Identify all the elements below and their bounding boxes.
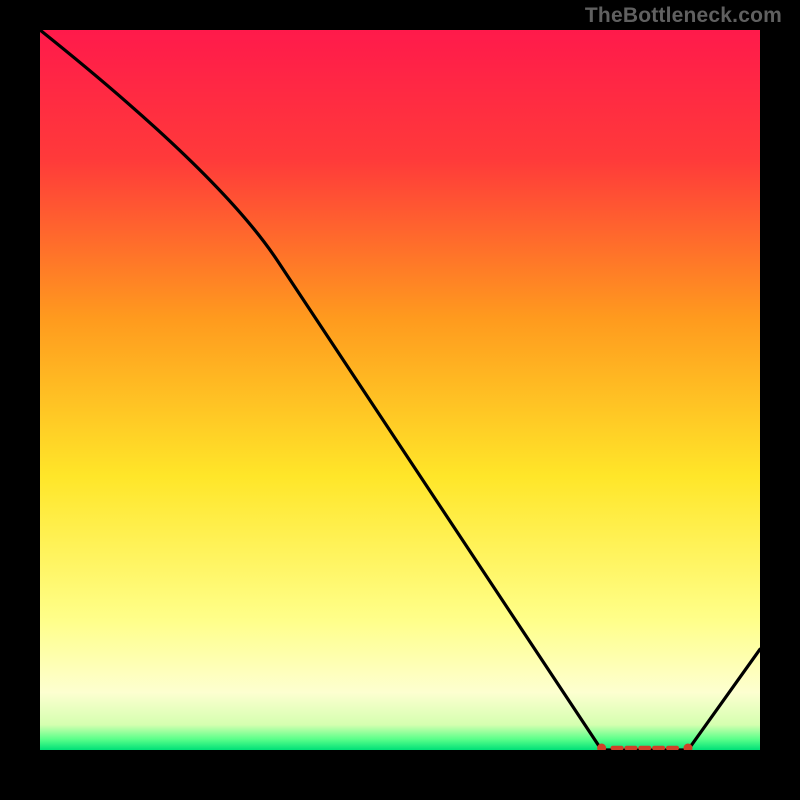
- watermark-text: TheBottleneck.com: [585, 4, 782, 28]
- chart-background-gradient: [40, 30, 760, 750]
- chart-svg: [40, 30, 760, 750]
- chart-plot-area: [40, 30, 760, 750]
